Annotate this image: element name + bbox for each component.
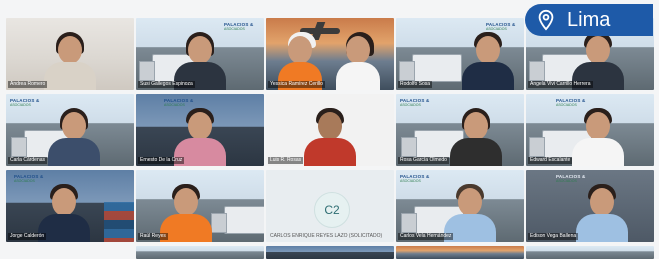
participant-name: Yessica Ramírez Cerillo: [268, 81, 325, 88]
participant-video: [576, 184, 628, 242]
participant-name: Jorge Calderón: [8, 233, 47, 240]
logo-subtext: ASOCIADOS: [486, 27, 507, 31]
participant-video: [336, 32, 380, 90]
participant-tile[interactable]: Andrea Romero: [6, 18, 134, 90]
participant-name: CARLOS ENRIQUE REYES LAZO (SOLICITADO): [270, 233, 383, 239]
location-badge: Lima: [525, 4, 653, 36]
logo-subtext: ASOCIADOS: [400, 179, 421, 183]
participant-tile[interactable]: Raúl Reyes: [136, 170, 264, 242]
participant-name: Luis R. Rosas: [268, 157, 304, 164]
participant-tile-partial: [526, 246, 654, 259]
participant-name: Rodolfo Sosa: [398, 81, 433, 88]
participant-name: Angela Vivi Carrillo Herrera: [528, 81, 593, 88]
video-gallery: Andrea Romero PALACIOS & ASOCIADOS Susi G…: [0, 0, 659, 259]
participant-video: [462, 32, 514, 90]
participant-video: [48, 108, 100, 166]
logo-subtext: ASOCIADOS: [400, 103, 421, 107]
participant-name: Edison Vega Ballena: [528, 233, 579, 240]
participant-tile[interactable]: PALACIOS & ASOCIADOS Ernesto De la Cruz: [136, 94, 264, 166]
logo-subtext: ASOCIADOS: [556, 179, 577, 183]
participant-video: [44, 32, 96, 90]
participant-name: Raúl Reyes: [138, 233, 168, 240]
participant-name: Susi Gallegos Espinoza: [138, 81, 195, 88]
participant-tile[interactable]: PALACIOS & ASOCIADOS Rosa García Olmedo: [396, 94, 524, 166]
participant-video: [304, 108, 356, 166]
participant-tile[interactable]: PALACIOS & ASOCIADOS Jorge Calderón: [6, 170, 134, 242]
participant-tile[interactable]: PALACIOS & ASOCIADOS Rodolfo Sosa: [396, 18, 524, 90]
participant-tile[interactable]: C2 CARLOS ENRIQUE REYES LAZO (SOLICITADO…: [266, 170, 394, 242]
location-label: Lima: [567, 8, 611, 31]
participant-tile[interactable]: Yessica Ramírez Cerillo: [266, 18, 394, 90]
participant-video: [572, 108, 624, 166]
participant-tile[interactable]: PALACIOS & ASOCIADOS Carlos Vela Hernánde…: [396, 170, 524, 242]
participant-video: [450, 108, 502, 166]
participant-tile[interactable]: PALACIOS & ASOCIADOS Edward Escalante: [526, 94, 654, 166]
logo-subtext: ASOCIADOS: [14, 179, 35, 183]
participant-name: Edward Escalante: [528, 157, 573, 164]
participant-name: Carla Cárdenas: [8, 157, 48, 164]
participant-tile-partial: [396, 246, 524, 259]
logo-subtext: ASOCIADOS: [10, 103, 31, 107]
participant-name: Carlos Vela Hernández: [398, 233, 454, 240]
participant-tile-partial: [136, 246, 264, 259]
participant-tile[interactable]: PALACIOS & ASOCIADOS Susi Gallegos Espino…: [136, 18, 264, 90]
participant-avatar: C2: [314, 192, 350, 228]
participant-tile[interactable]: PALACIOS & ASOCIADOS Carla Cárdenas: [6, 94, 134, 166]
logo-subtext: ASOCIADOS: [164, 103, 185, 107]
participant-tile-partial: [266, 246, 394, 259]
logo-subtext: ASOCIADOS: [224, 27, 245, 31]
participant-tile[interactable]: PALACIOS & ASOCIADOS Edison Vega Ballena: [526, 170, 654, 242]
map-pin-icon: [538, 9, 554, 31]
participant-name: Andrea Romero: [8, 81, 48, 88]
logo-subtext: ASOCIADOS: [556, 103, 577, 107]
participant-tile[interactable]: Luis R. Rosas: [266, 94, 394, 166]
participant-name: Rosa García Olmedo: [398, 157, 449, 164]
participant-name: Ernesto De la Cruz: [138, 157, 185, 164]
